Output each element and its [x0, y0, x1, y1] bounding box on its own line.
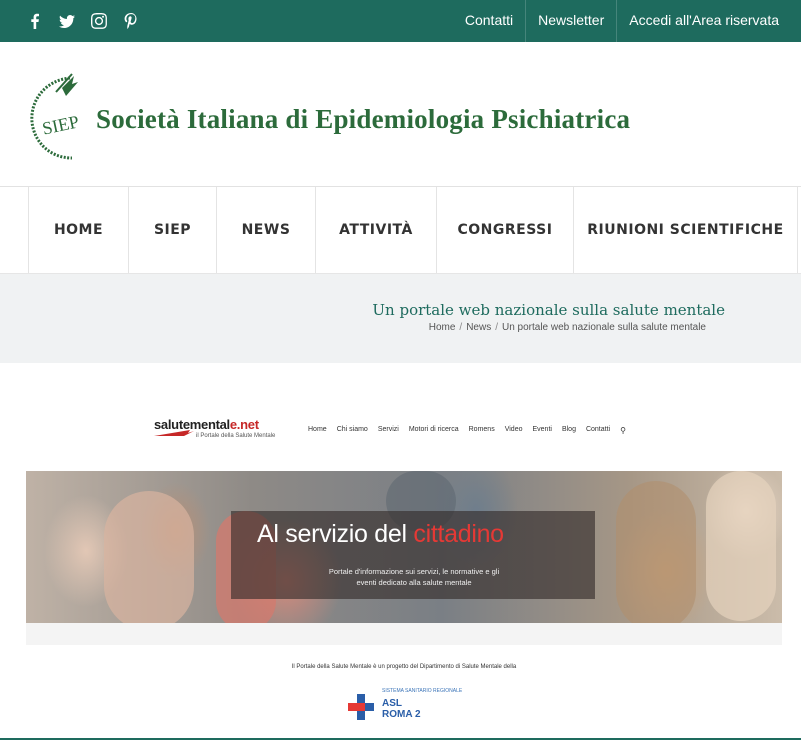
siep-logo-icon[interactable]: SIEP: [26, 70, 96, 162]
embed-nav-item: Video: [504, 426, 523, 433]
asl-logo: SISTEMA SANITARIO REGIONALE ASL ROMA 2: [348, 688, 468, 720]
hero-title-main: Al servizio del: [257, 520, 414, 548]
crowd-figure: [104, 491, 194, 623]
asl-system-label: SISTEMA SANITARIO REGIONALE: [382, 688, 463, 694]
crowd-figure: [706, 471, 776, 621]
twitter-icon[interactable]: [58, 12, 76, 30]
salutementale-tagline: il Portale della Salute Mentale: [196, 433, 276, 439]
asl-region: ROMA 2: [382, 709, 421, 720]
embed-nav-item: Eventi: [532, 426, 552, 433]
search-icon: ⚲: [620, 426, 626, 435]
logo-mark-text: SIEP: [40, 111, 80, 138]
swoosh-icon: [154, 430, 194, 436]
reserved-area-link[interactable]: Accedi all'Area riservata: [616, 0, 801, 42]
page-title-bar: Un portale web nazionale sulla salute me…: [0, 273, 801, 363]
contatti-link[interactable]: Contatti: [453, 0, 525, 42]
breadcrumb-separator: /: [459, 322, 463, 333]
embed-nav-item: Contatti: [585, 426, 611, 433]
embed-nav-item: Blog: [561, 426, 576, 433]
project-footnote: Il Portale della Salute Mentale è un pro…: [291, 664, 517, 670]
hero-title-accent: cittadino: [413, 520, 504, 548]
hero-text: Portale d'informazione sui servizi, le n…: [328, 567, 500, 587]
embed-nav-item: Chi siamo: [336, 426, 368, 433]
breadcrumb-current: Un portale web nazionale sulla salute me…: [501, 322, 706, 333]
social-links: [26, 12, 140, 30]
embed-nav-item: Motori di ricerca: [408, 426, 459, 433]
site-header: SIEP Società Italiana di Epidemiologia P…: [0, 42, 801, 187]
site-title[interactable]: Società Italiana di Epidemiologia Psichi…: [96, 104, 630, 135]
nav-item-news[interactable]: NEWS: [216, 187, 315, 273]
main-nav: HOME SIEP NEWS ATTIVITÀ CONGRESSI RIUNIO…: [0, 187, 801, 273]
instagram-icon[interactable]: [90, 12, 108, 30]
newsletter-link[interactable]: Newsletter: [525, 0, 616, 42]
nav-item-riunioni[interactable]: RIUNIONI SCIENTIFICHE: [573, 187, 798, 273]
nav-item-siep[interactable]: SIEP: [128, 187, 216, 273]
page-title: Un portale web nazionale sulla salute me…: [372, 301, 725, 319]
asl-cross-icon: [348, 694, 374, 720]
embed-nav-item: Romens: [468, 426, 495, 433]
nav-item-congressi[interactable]: CONGRESSI: [436, 187, 573, 273]
article-image: salutementale.net il Portale della Salut…: [26, 405, 782, 735]
hero-caption-box: Al servizio del cittadino Portale d'info…: [231, 511, 595, 599]
embed-nav-item: Servizi: [377, 426, 399, 433]
nav-item-attivita[interactable]: ATTIVITÀ: [315, 187, 436, 273]
salutementale-ext: e.net: [229, 417, 259, 432]
facebook-icon[interactable]: [26, 12, 44, 30]
breadcrumb-home[interactable]: Home: [429, 322, 456, 333]
pinterest-icon[interactable]: [122, 12, 140, 30]
hero-banner: Al servizio del cittadino Portale d'info…: [26, 471, 782, 623]
salutementale-logo: salutementale.net il Portale della Salut…: [154, 417, 275, 439]
breadcrumb-separator: /: [495, 322, 498, 333]
top-links: Contatti Newsletter Accedi all'Area rise…: [453, 0, 801, 42]
asl-name: ASL: [382, 698, 402, 709]
nav-item-home[interactable]: HOME: [28, 187, 128, 273]
breadcrumb-news[interactable]: News: [466, 322, 491, 333]
embed-nav: Home Chi siamo Servizi Motori di ricerca…: [308, 426, 626, 435]
breadcrumb: Home / News / Un portale web nazionale sulla…: [429, 322, 706, 333]
crowd-figure: [616, 481, 696, 623]
hero-footer-strip: [26, 623, 782, 645]
hero-title: Al servizio del cittadino: [257, 520, 504, 549]
embed-nav-item: Home: [308, 426, 327, 433]
top-bar: Contatti Newsletter Accedi all'Area rise…: [0, 0, 801, 42]
